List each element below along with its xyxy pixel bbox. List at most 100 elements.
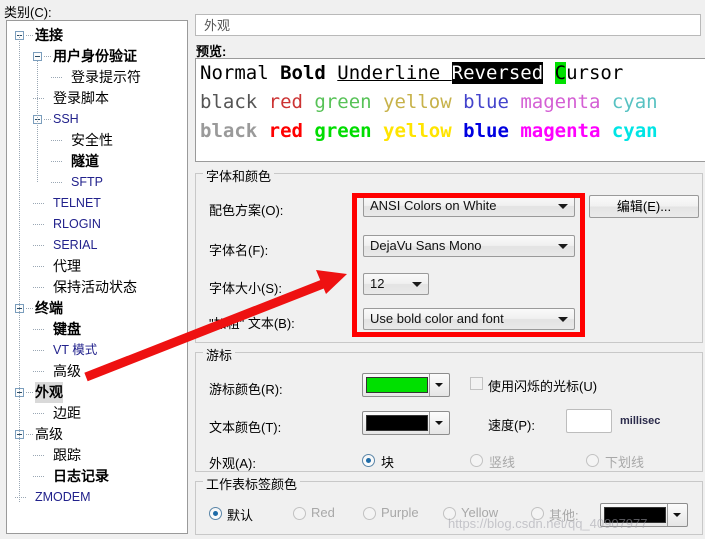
tree-item-label: 用户身份验证 bbox=[53, 48, 137, 64]
preview-segment: blue bbox=[463, 91, 521, 113]
preview-segment: magenta bbox=[520, 120, 612, 142]
tree-guide bbox=[33, 245, 44, 246]
preview-row-styles: Normal Bold Underline Reversed Cursor bbox=[196, 59, 705, 88]
font-size-label: 字体大小(S): bbox=[209, 281, 282, 296]
bold-text-label: "加粗" 文本(B): bbox=[209, 316, 295, 331]
tree-item[interactable]: 保持活动状态 bbox=[7, 277, 187, 298]
tree-item[interactable]: 连接 bbox=[7, 25, 187, 46]
tree-item[interactable]: 代理 bbox=[7, 256, 187, 277]
tree-guide bbox=[33, 371, 44, 372]
cursor-color-dropdown-icon[interactable] bbox=[429, 374, 449, 396]
cursor-appearance-label-option: 竖线 bbox=[489, 455, 516, 470]
tree-guide bbox=[33, 98, 44, 99]
cursor-appearance-label-option: 块 bbox=[381, 455, 395, 470]
text-color-label: 文本颜色(T): bbox=[209, 420, 282, 435]
other-color-dropdown-icon[interactable] bbox=[667, 504, 687, 526]
terminal-preview: Normal Bold Underline Reversed Cursor bl… bbox=[195, 58, 705, 162]
preview-segment: Normal bbox=[200, 62, 281, 84]
tree-item[interactable]: RLOGIN bbox=[7, 214, 187, 235]
preview-row-bright-colors: black red green yellow blue magenta cyan bbox=[196, 117, 705, 146]
font-group-legend: 字体和颜色 bbox=[203, 166, 275, 185]
cursor-group-legend: 游标 bbox=[203, 345, 236, 364]
tree-guide bbox=[33, 266, 44, 267]
tree-item-label: 终端 bbox=[35, 300, 63, 316]
tree-item-label: SFTP bbox=[71, 175, 103, 189]
preview-segment: blue bbox=[463, 120, 521, 142]
tree-item[interactable]: 高级 bbox=[7, 361, 187, 382]
tree-item[interactable]: 用户身份验证 bbox=[7, 46, 187, 67]
tree-item[interactable]: 键盘 bbox=[7, 319, 187, 340]
preview-segment: yellow bbox=[383, 120, 464, 142]
tree-guide bbox=[15, 497, 26, 498]
tree-item[interactable]: 隧道 bbox=[7, 151, 187, 172]
tree-guide bbox=[51, 182, 62, 183]
category-label: 类别(C): bbox=[4, 5, 52, 20]
tree-guide bbox=[33, 287, 44, 288]
tree-item[interactable]: SFTP bbox=[7, 172, 187, 193]
preview-segment: black bbox=[200, 91, 269, 113]
preview-segment bbox=[543, 62, 554, 84]
pane-title: 外观 bbox=[195, 14, 701, 36]
tree-item[interactable]: SSH bbox=[7, 109, 187, 130]
tree-item[interactable]: ZMODEM bbox=[7, 487, 187, 508]
text-color-picker[interactable] bbox=[362, 411, 450, 435]
tree-guide bbox=[33, 476, 44, 477]
tree-item-label: SERIAL bbox=[53, 238, 98, 252]
tree-guide bbox=[33, 224, 44, 225]
tree-item[interactable]: 登录脚本 bbox=[7, 88, 187, 109]
preview-segment: red bbox=[268, 91, 315, 113]
tree-item-label: 高级 bbox=[35, 426, 63, 442]
tree-item-label: 高级 bbox=[53, 363, 81, 379]
tree-guide bbox=[33, 350, 44, 351]
tree-collapse-icon[interactable] bbox=[33, 52, 42, 61]
tree-item[interactable]: 日志记录 bbox=[7, 466, 187, 487]
tree-item-label: 边距 bbox=[53, 405, 81, 421]
category-tree-items: 连接用户身份验证登录提示符登录脚本 SSH 安全性 隧道 SFTP TELNET RLOGI… bbox=[7, 21, 187, 508]
cursor-appearance-radio[interactable] bbox=[586, 454, 599, 467]
preview-segment: green bbox=[314, 91, 384, 113]
tree-guide bbox=[37, 61, 38, 182]
cursor-appearance-radio[interactable] bbox=[362, 454, 375, 467]
category-tree[interactable]: 连接用户身份验证登录提示符登录脚本 SSH 安全性 隧道 SFTP TELNET RLOGI… bbox=[6, 20, 188, 534]
tree-item-label: 登录提示符 bbox=[71, 69, 141, 85]
tree-item-label: 连接 bbox=[35, 27, 63, 43]
tree-item[interactable]: 登录提示符 bbox=[7, 67, 187, 88]
text-color-dropdown-icon[interactable] bbox=[429, 412, 449, 434]
blink-speed-unit: millisec bbox=[620, 415, 661, 427]
tree-guide bbox=[19, 35, 20, 503]
tree-item[interactable]: 外观 bbox=[7, 382, 187, 403]
blink-speed-input[interactable] bbox=[566, 409, 612, 433]
tab-color-radio[interactable] bbox=[209, 507, 222, 520]
tree-item[interactable]: SERIAL bbox=[7, 235, 187, 256]
cursor-appearance-radio[interactable] bbox=[470, 454, 483, 467]
preview-segment: Underline bbox=[337, 62, 452, 84]
edit-scheme-button[interactable]: 编辑(E)... bbox=[589, 195, 699, 218]
tab-color-option-label: Red bbox=[311, 505, 335, 520]
tree-item[interactable]: VT 模式 bbox=[7, 340, 187, 361]
tab-group-legend: 工作表标签颜色 bbox=[203, 474, 301, 493]
preview-segment: magenta bbox=[520, 91, 612, 113]
cursor-color-swatch bbox=[366, 377, 428, 393]
tree-guide bbox=[26, 392, 33, 393]
tree-item[interactable]: TELNET bbox=[7, 193, 187, 214]
tree-guide bbox=[33, 413, 44, 414]
tree-item[interactable]: 高级 bbox=[7, 424, 187, 445]
preview-segment: cyan bbox=[611, 91, 658, 113]
blink-speed-label: 速度(P): bbox=[488, 418, 535, 433]
cursor-color-picker[interactable] bbox=[362, 373, 450, 397]
blink-cursor-checkbox[interactable] bbox=[470, 377, 483, 390]
tab-color-radio[interactable] bbox=[293, 507, 306, 520]
tree-item[interactable]: 跟踪 bbox=[7, 445, 187, 466]
tree-item[interactable]: 终端 bbox=[7, 298, 187, 319]
tree-item[interactable]: 安全性 bbox=[7, 130, 187, 151]
tree-guide bbox=[33, 455, 44, 456]
tree-item-label: VT 模式 bbox=[53, 343, 98, 357]
preview-segment: red bbox=[268, 120, 315, 142]
color-scheme-label: 配色方案(O): bbox=[209, 203, 284, 218]
tree-guide bbox=[26, 35, 33, 36]
preview-row-dim-colors: black red green yellow blue magenta cyan bbox=[196, 88, 705, 117]
tab-color-radio[interactable] bbox=[363, 507, 376, 520]
tree-guide bbox=[51, 77, 62, 78]
tree-item[interactable]: 边距 bbox=[7, 403, 187, 424]
preview-segment: cyan bbox=[611, 120, 658, 142]
